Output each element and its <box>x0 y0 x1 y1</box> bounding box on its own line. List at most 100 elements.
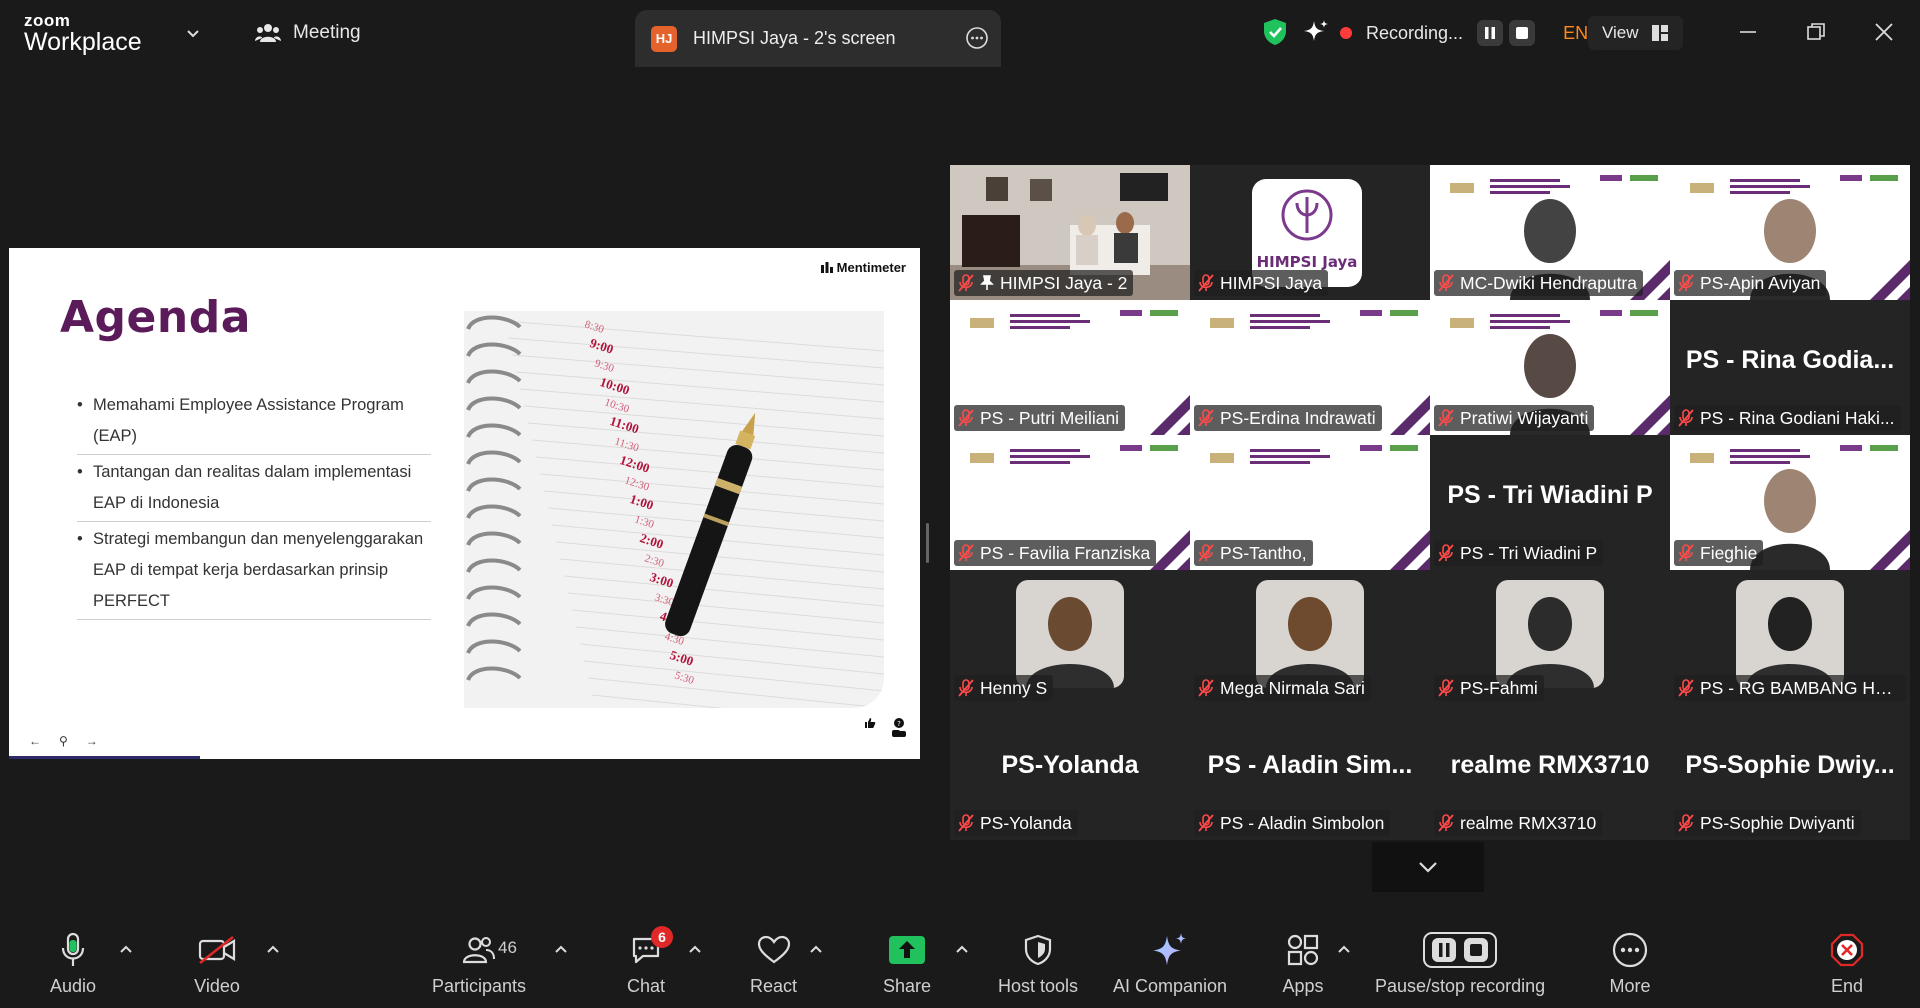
gallery-expand-button[interactable] <box>1372 842 1484 892</box>
participant-tile[interactable]: PS-Apin Aviyan <box>1670 165 1910 300</box>
pause-recording-button[interactable] <box>1477 20 1504 46</box>
ai-companion-button[interactable]: AI Companion <box>1113 930 1227 1000</box>
video-button[interactable]: Video <box>194 930 240 1000</box>
qa-icon[interactable]: ? <box>890 717 908 739</box>
participant-tile[interactable]: PS - Favilia Franziska <box>950 435 1190 570</box>
participant-name-tag: Henny S <box>954 675 1054 701</box>
planner-pen-photo: 8:30 9:00 9:30 10:00 10:30 11:00 11:30 12:00 12:… <box>464 311 884 708</box>
screen-share-tab-label: HIMPSI Jaya - 2's screen <box>693 28 896 48</box>
participant-name-tag: Fieghie <box>1674 540 1764 566</box>
shield-icon <box>1024 934 1052 966</box>
chat-button[interactable]: 6 Chat <box>623 926 673 1000</box>
participant-tile[interactable]: realme RMX3710 realme RMX3710 <box>1430 705 1670 840</box>
view-button[interactable]: View <box>1588 16 1683 50</box>
participant-name: PS-Fahmi <box>1460 677 1538 698</box>
participant-tile[interactable]: PS - Tri Wiadini P PS - Tri Wiadini P <box>1430 435 1670 570</box>
react-button[interactable]: React <box>750 930 797 1000</box>
logo-workplace-text: Workplace <box>24 28 142 56</box>
participant-tile[interactable]: PS-Sophie Dwiy... PS-Sophie Dwiyanti <box>1670 705 1910 840</box>
split-view-divider[interactable] <box>926 523 929 563</box>
chevron-down-icon <box>1419 862 1437 873</box>
recording-label: Recording... <box>1366 22 1464 43</box>
chat-options-caret-icon[interactable] <box>688 944 702 954</box>
participant-tile[interactable]: HIMPSI Jaya - 2 <box>950 165 1190 300</box>
participant-tile[interactable]: PS-Erdina Indrawati <box>1190 300 1430 435</box>
muted-mic-icon <box>1678 679 1694 697</box>
host-tools-label: Host tools <box>998 976 1079 996</box>
muted-mic-icon <box>958 814 974 832</box>
participant-name-tag: PS - Favilia Franziska <box>954 540 1157 566</box>
participant-avatar <box>1256 580 1364 688</box>
end-meeting-button[interactable]: End <box>1824 930 1870 1000</box>
participant-tile[interactable]: PS-Fahmi <box>1430 570 1670 705</box>
share-options-caret-icon[interactable] <box>955 944 969 954</box>
slide-reactions: ? <box>864 717 908 739</box>
participants-options-caret-icon[interactable] <box>554 944 568 954</box>
participant-gallery: HIMPSI Jaya - 2 HIMPSI Jaya HIMPSI Jaya MC-… <box>950 165 1910 840</box>
muted-mic-icon <box>1438 814 1454 832</box>
participant-tile[interactable]: Pratiwi Wijayanti <box>1430 300 1670 435</box>
participant-name-tag: PS - Putri Meiliani <box>954 405 1126 431</box>
participants-label: Participants <box>432 976 527 996</box>
slide-pin-icon[interactable]: ⚲ <box>59 734 68 748</box>
security-shield-icon[interactable] <box>1262 18 1288 46</box>
pause-stop-recording-button[interactable]: Pause/stop recording <box>1375 930 1545 1000</box>
participant-name: PS - Aladin Simbolon <box>1220 812 1385 833</box>
participant-tile[interactable]: HIMPSI Jaya HIMPSI Jaya <box>1190 165 1430 300</box>
participant-tile[interactable]: PS-Yolanda PS-Yolanda <box>950 705 1190 840</box>
audio-button[interactable]: Audio <box>50 930 96 1000</box>
zoom-workplace-logo[interactable]: zoom Workplace <box>24 12 142 55</box>
participant-name-tag: HIMPSI Jaya <box>1194 270 1329 296</box>
microphone-icon <box>61 932 85 966</box>
chat-label: Chat <box>626 976 666 996</box>
screen-share-tab[interactable]: HJ HIMPSI Jaya - 2's screen <box>635 10 1001 67</box>
muted-mic-icon <box>1438 679 1454 697</box>
participant-tile[interactable]: PS-Tantho, <box>1190 435 1430 570</box>
slide-navigation: ← ⚲ → <box>29 734 98 748</box>
participant-display-name: PS-Yolanda <box>1001 751 1139 779</box>
meeting-tab[interactable]: Meeting <box>255 18 361 48</box>
participants-button[interactable]: 46 Participants <box>432 930 526 1000</box>
apps-button[interactable]: Apps <box>1280 930 1326 1000</box>
restore-button[interactable] <box>1796 14 1836 50</box>
muted-mic-icon <box>1438 274 1454 292</box>
participant-tile[interactable]: PS - Rina Godia... PS - Rina Godiani Haki… <box>1670 300 1910 435</box>
ai-sparkle-icon[interactable] <box>1302 18 1330 46</box>
more-button[interactable]: More <box>1607 930 1653 1000</box>
previous-slide-button[interactable]: ← <box>29 734 41 748</box>
brand-label: Mentimeter <box>836 260 906 275</box>
minimize-button[interactable] <box>1728 14 1768 50</box>
stop-recording-button[interactable] <box>1509 20 1536 46</box>
next-slide-button[interactable]: → <box>86 734 98 748</box>
apps-options-caret-icon[interactable] <box>1337 944 1351 954</box>
muted-mic-icon <box>1678 274 1694 292</box>
participant-tile[interactable]: MC-Dwiki Hendraputra <box>1430 165 1670 300</box>
participant-tile[interactable]: Mega Nirmala Sari <box>1190 570 1430 705</box>
more-options-icon[interactable] <box>965 26 989 50</box>
participant-tile[interactable]: PS - Aladin Sim... PS - Aladin Simbolon <box>1190 705 1430 840</box>
chevron-down-icon[interactable] <box>184 24 202 42</box>
more-icon <box>1612 932 1648 968</box>
participant-name-tag: realme RMX3710 <box>1434 810 1603 836</box>
video-options-caret-icon[interactable] <box>266 944 280 954</box>
sharer-avatar: HJ <box>651 25 677 52</box>
host-tools-button[interactable]: Host tools <box>998 930 1078 1000</box>
react-options-caret-icon[interactable] <box>809 944 823 954</box>
participant-name: Fieghie <box>1700 542 1758 563</box>
participant-name: PS - Putri Meiliani <box>980 407 1120 428</box>
participant-name-tag: PS-Sophie Dwiyanti <box>1674 810 1861 836</box>
muted-mic-icon <box>958 679 974 697</box>
participant-tile[interactable]: Fieghie <box>1670 435 1910 570</box>
thumbs-up-icon[interactable] <box>864 717 876 729</box>
share-button[interactable]: Share <box>883 930 931 1000</box>
audio-options-caret-icon[interactable] <box>119 944 133 954</box>
slide-progress-bar <box>9 756 200 759</box>
participant-name-tag: PS - Tri Wiadini P <box>1434 540 1604 566</box>
shared-screen-slide[interactable]: Mentimeter Agenda Memahami Employee Assi… <box>9 248 920 759</box>
participant-tile[interactable]: Henny S <box>950 570 1190 705</box>
participant-name: PS - Tri Wiadini P <box>1460 542 1598 563</box>
close-button[interactable] <box>1864 14 1904 50</box>
language-interpretation-button[interactable]: EN <box>1563 23 1588 44</box>
participant-tile[interactable]: PS - RG BAMBANG HA... <box>1670 570 1910 705</box>
participant-tile[interactable]: PS - Putri Meiliani <box>950 300 1190 435</box>
